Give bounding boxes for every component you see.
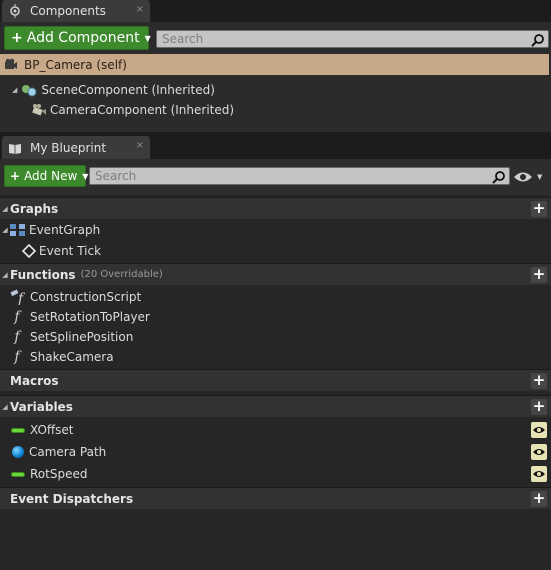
tab-components[interactable]: Components × <box>2 0 150 22</box>
list-item-event-graph[interactable]: ◢ EventGraph <box>0 220 551 240</box>
blueprint-search-input[interactable] <box>95 169 509 183</box>
components-search[interactable] <box>156 30 549 48</box>
list-item-label: XOffset <box>30 423 74 437</box>
list-item-label: SetSplinePosition <box>30 330 134 344</box>
svg-text:f: f <box>17 291 26 305</box>
components-icon <box>8 4 22 18</box>
visibility-eye-icon[interactable] <box>531 422 547 438</box>
list-item-label: ConstructionScript <box>30 290 142 304</box>
category-label: Macros <box>10 373 59 388</box>
float-pill-icon <box>11 427 25 433</box>
list-item-variable-rotspeed[interactable]: RotSpeed <box>0 464 551 484</box>
add-event-dispatcher-button[interactable]: + <box>531 491 547 507</box>
eye-icon <box>514 172 532 182</box>
blueprint-search[interactable] <box>89 167 510 185</box>
category-graphs[interactable]: ◢ Graphs + <box>0 197 551 219</box>
add-component-button[interactable]: + Add Component ▼ <box>4 26 151 50</box>
list-item-function[interactable]: f ShakeCamera <box>0 347 551 367</box>
category-label: Graphs <box>10 201 59 216</box>
add-new-label: Add New <box>24 169 78 183</box>
add-component-label: Add Component <box>26 30 140 46</box>
category-label: Functions <box>10 267 76 282</box>
event-diamond-icon <box>21 243 37 259</box>
function-icon: f <box>14 349 20 365</box>
function-icon: f <box>14 309 20 325</box>
add-graph-button[interactable]: + <box>531 201 547 217</box>
tree-item-camera-component[interactable]: CameraComponent (Inherited) <box>31 101 234 119</box>
plus-icon: + <box>11 30 23 46</box>
expand-triangle-icon[interactable]: ◢ <box>0 271 10 279</box>
list-item-label: Camera Path <box>29 445 107 459</box>
tab-my-blueprint[interactable]: My Blueprint × <box>2 136 150 159</box>
list-item-event-tick[interactable]: Event Tick <box>0 241 551 261</box>
add-function-button[interactable]: + <box>531 267 547 283</box>
list-item-variable-xoffset[interactable]: XOffset <box>0 420 551 440</box>
object-sphere-icon <box>12 446 24 458</box>
tree-item-label: SceneComponent (Inherited) <box>41 83 215 97</box>
list-item-label: RotSpeed <box>30 467 88 481</box>
expand-triangle-icon[interactable]: ◢ <box>0 226 10 234</box>
tab-components-label: Components <box>30 4 106 18</box>
category-label: Variables <box>10 399 73 414</box>
tab-my-blueprint-label: My Blueprint <box>30 140 107 155</box>
overridable-count: (20 Overridable) <box>80 269 163 280</box>
list-item-label: SetRotationToPlayer <box>30 310 150 324</box>
event-graph-icon <box>10 224 26 236</box>
scene-component-icon <box>21 83 37 97</box>
tree-item-label: CameraComponent (Inherited) <box>50 103 235 117</box>
search-icon[interactable] <box>531 33 545 47</box>
list-item-function[interactable]: f SetRotationToPlayer <box>0 307 551 327</box>
search-icon[interactable] <box>492 170 506 184</box>
blueprint-tabstrip: My Blueprint × <box>0 132 551 159</box>
chevron-down-icon: ▼ <box>82 171 89 181</box>
category-variables[interactable]: ◢ Variables + <box>0 395 551 417</box>
list-item-label: Event Tick <box>39 244 102 258</box>
list-item-function[interactable]: f SetSplinePosition <box>0 327 551 347</box>
components-tabstrip: Components × <box>0 0 551 22</box>
close-icon[interactable]: × <box>136 140 144 151</box>
list-item-label: EventGraph <box>29 223 101 237</box>
camera-icon <box>31 103 47 117</box>
expand-triangle-icon[interactable]: ◢ <box>0 205 10 213</box>
close-icon[interactable]: × <box>136 4 144 15</box>
blueprint-icon <box>4 58 18 72</box>
self-item-row[interactable]: BP_Camera (self) <box>0 54 549 75</box>
add-new-button[interactable]: + Add New ▼ <box>4 165 89 187</box>
category-event-dispatchers[interactable]: Event Dispatchers + <box>0 487 551 509</box>
float-pill-icon <box>11 471 25 477</box>
expand-triangle-icon[interactable]: ◢ <box>12 86 17 94</box>
list-item-label: ShakeCamera <box>30 350 114 364</box>
blueprint-panel: + Add New ▼ ▼ ◢ Graphs + ◢ EventGraph Ev… <box>0 159 551 570</box>
add-macro-button[interactable]: + <box>531 373 547 389</box>
category-label: Event Dispatchers <box>10 491 134 506</box>
tree-item-scene-component[interactable]: ◢ SceneComponent (Inherited) <box>12 81 215 99</box>
chevron-down-icon: ▼ <box>537 173 543 181</box>
book-icon <box>8 141 22 155</box>
category-macros[interactable]: Macros + <box>0 369 551 391</box>
components-search-input[interactable] <box>162 32 548 46</box>
construction-function-icon: f <box>10 289 28 307</box>
chevron-down-icon: ▼ <box>144 33 151 43</box>
plus-icon: + <box>10 169 21 183</box>
self-item-label: BP_Camera (self) <box>24 57 127 72</box>
expand-triangle-icon[interactable]: ◢ <box>0 403 10 411</box>
category-functions[interactable]: ◢ Functions (20 Overridable) + <box>0 263 551 285</box>
list-item-variable-camera-path[interactable]: Camera Path <box>0 442 551 462</box>
list-item-construction-script[interactable]: f ConstructionScript <box>0 287 551 307</box>
view-options-button[interactable]: ▼ <box>513 169 547 185</box>
visibility-eye-icon[interactable] <box>531 466 547 482</box>
components-panel: + Add Component ▼ BP_Camera (self) ◢ Sce… <box>0 22 551 132</box>
visibility-eye-icon[interactable] <box>531 444 547 460</box>
add-variable-button[interactable]: + <box>531 399 547 415</box>
function-icon: f <box>14 329 20 345</box>
